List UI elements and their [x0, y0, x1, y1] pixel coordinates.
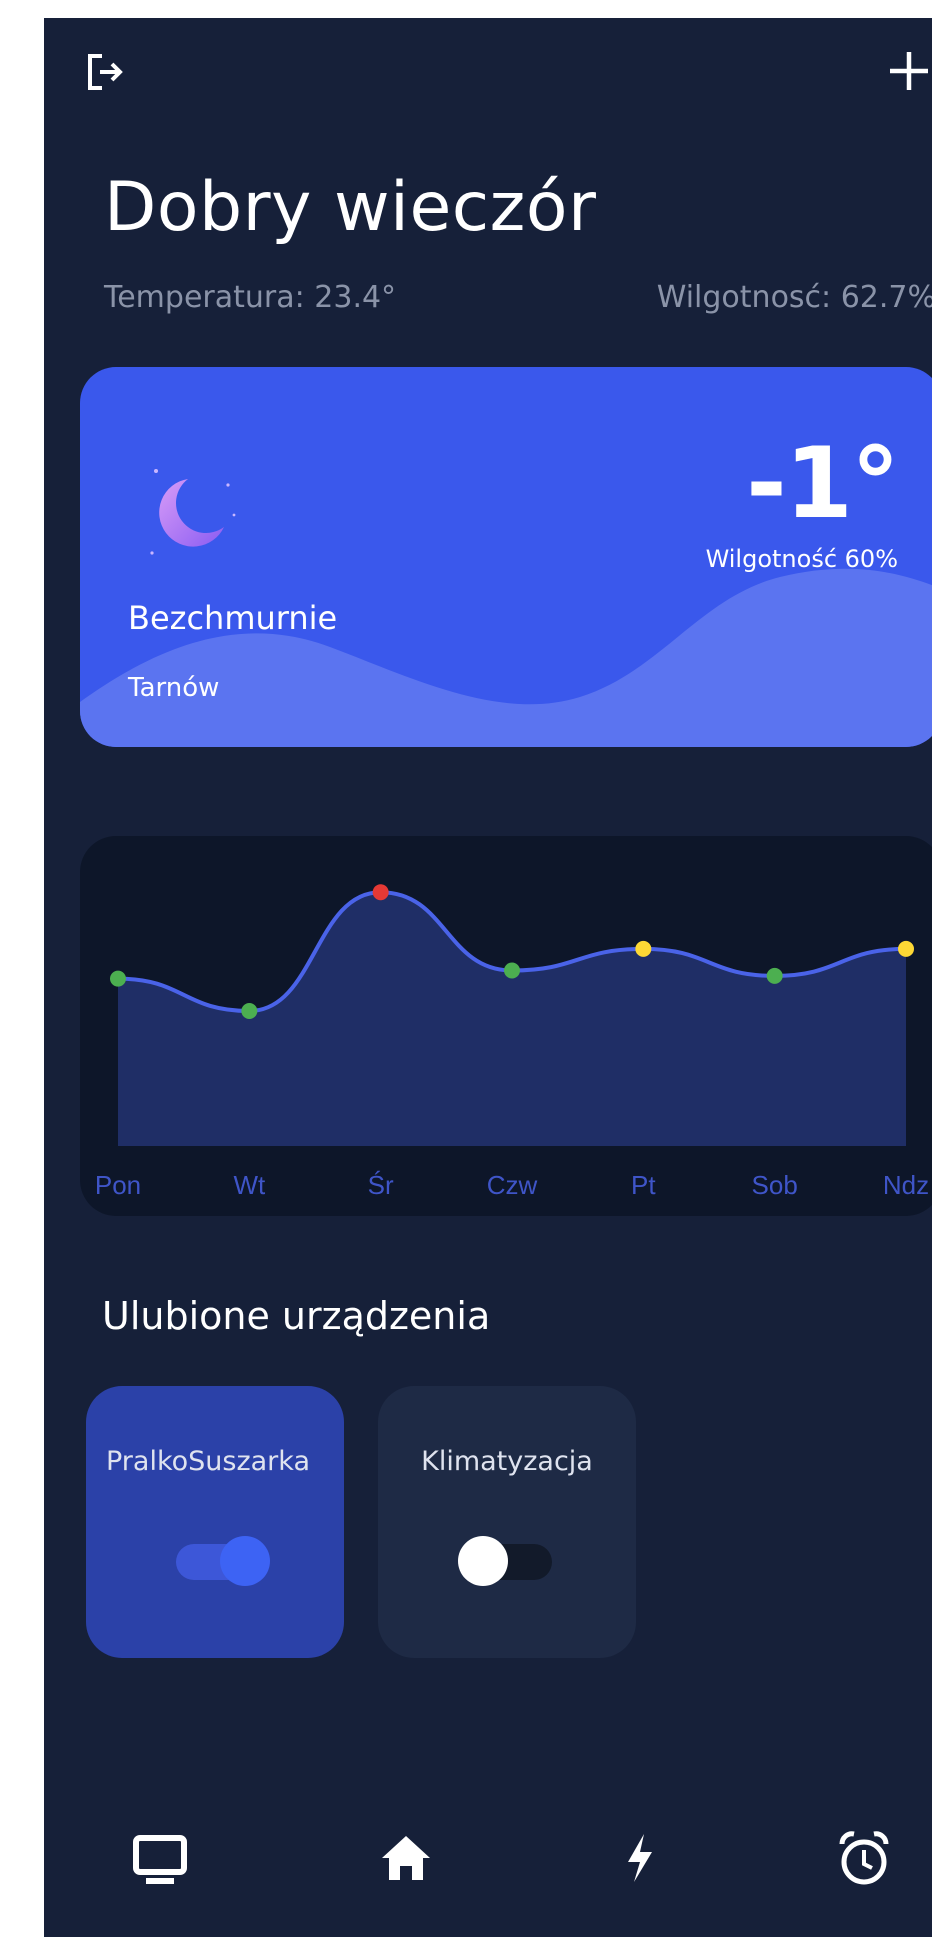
monitor-icon[interactable]	[120, 1818, 200, 1898]
device-card-pralkosuszarka[interactable]: PralkoSuszarka	[86, 1386, 344, 1658]
chart-point-śr[interactable]	[372, 884, 389, 901]
chart-point-wt[interactable]	[241, 1003, 258, 1019]
toggle-knob	[458, 1536, 508, 1586]
home-icon[interactable]	[366, 1818, 446, 1898]
weekly-chart: Pon Wt Śr Czw Pt Sob Ndz	[95, 884, 929, 1200]
chart-x-label: Wt	[233, 1170, 266, 1200]
chart-x-label: Śr	[368, 1170, 394, 1200]
chart-x-label: Czw	[487, 1170, 538, 1200]
chart-point-sob[interactable]	[766, 967, 783, 984]
indoor-temperature: Temperatura: 23.4°	[104, 280, 397, 315]
device-name: Klimatyzacja	[421, 1446, 593, 1477]
outdoor-temperature: -1°	[746, 427, 900, 541]
logout-icon[interactable]	[84, 50, 128, 94]
chart-point-pt[interactable]	[635, 940, 652, 957]
chart-x-label: Sob	[752, 1170, 798, 1200]
outdoor-humidity: Wilgotność 60%	[705, 545, 898, 573]
device-toggle-off[interactable]	[458, 1536, 552, 1586]
favorites-title: Ulubione urządzenia	[102, 1294, 491, 1338]
device-name: PralkoSuszarka	[106, 1446, 310, 1477]
chart-x-label: Pt	[631, 1170, 656, 1200]
weather-card[interactable]: Bezchmurnie Tarnów -1° Wilgotność 60%	[80, 367, 932, 747]
indoor-humidity: Wilgotnosć: 62.7%	[656, 280, 932, 315]
weekly-chart-card: Pon Wt Śr Czw Pt Sob Ndz	[80, 836, 932, 1216]
bottom-nav	[44, 1818, 932, 1918]
app-screen: Dobry wieczór Temperatura: 23.4° Wilgotn…	[44, 18, 932, 1937]
chart-point-czw[interactable]	[504, 962, 520, 979]
chart-x-label: Ndz	[883, 1170, 929, 1200]
device-card-klimatyzacja[interactable]: Klimatyzacja	[378, 1386, 636, 1658]
chart-point-ndz[interactable]	[898, 940, 914, 957]
chart-area	[118, 892, 906, 1146]
weather-city: Tarnów	[128, 673, 220, 703]
alarm-clock-icon[interactable]	[824, 1818, 904, 1898]
device-toggle-on[interactable]	[176, 1536, 270, 1586]
moon-icon	[150, 469, 236, 555]
chart-point-pon[interactable]	[110, 970, 126, 987]
greeting-title: Dobry wieczór	[104, 168, 597, 247]
toggle-knob	[220, 1536, 270, 1586]
plus-icon[interactable]	[886, 48, 932, 94]
chart-x-label: Pon	[95, 1170, 141, 1200]
weather-condition: Bezchmurnie	[128, 599, 338, 637]
lightning-icon[interactable]	[600, 1818, 680, 1898]
